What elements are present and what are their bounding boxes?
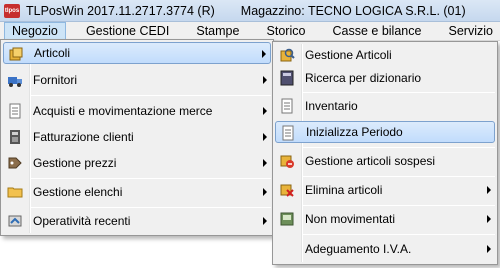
invoice-icon <box>10 130 20 144</box>
submenu-arrow-icon <box>263 107 267 115</box>
submenu-item-elimina-articoli[interactable]: Elimina articoli <box>275 179 495 201</box>
menu-stampe[interactable]: Stampe <box>189 22 246 41</box>
menu-item-acquisti[interactable]: Acquisti e movimentazione merce <box>3 100 271 122</box>
submenu-arrow-icon <box>263 217 267 225</box>
submenu-item-articoli-sospesi[interactable]: Gestione articoli sospesi <box>275 150 495 172</box>
menu-item-fatturazione[interactable]: Fatturazione clienti <box>3 126 271 148</box>
suspended-articles-icon <box>280 155 294 168</box>
menu-item-label: Gestione Articoli <box>305 48 392 62</box>
menu-item-label: Adeguamento I.V.A. <box>305 242 412 256</box>
title-bar: tlpos TLPosWin 2017.11.2717.3774 (R) Mag… <box>0 0 500 22</box>
articles-icon <box>9 47 23 61</box>
submenu-arrow-icon <box>263 133 267 141</box>
submenu-arrow-icon <box>263 188 267 196</box>
submenu-arrow-icon <box>263 76 267 84</box>
inventory-icon <box>281 98 293 114</box>
menu-item-label: Fatturazione clienti <box>33 130 134 144</box>
menu-item-articoli[interactable]: Articoli <box>3 42 271 64</box>
menu-item-label: Operatività recenti <box>33 214 131 228</box>
submenu-item-inizializza-periodo[interactable]: Inizializza Periodo <box>275 121 495 143</box>
submenu-arrow-icon <box>487 186 491 194</box>
delete-articles-icon <box>280 184 294 197</box>
menu-item-label: Gestione elenchi <box>33 185 123 199</box>
menu-storico[interactable]: Storico <box>260 22 313 41</box>
recent-icon <box>8 215 22 227</box>
submenu-arrow-icon <box>487 215 491 223</box>
window-title: TLPosWin 2017.11.2717.3774 (R) <box>26 3 215 18</box>
submenu-item-gestione-articoli[interactable]: Gestione Articoli <box>275 44 495 66</box>
submenu-arrow-icon <box>487 245 491 253</box>
menu-item-label: Articoli <box>34 46 71 60</box>
init-period-icon <box>282 125 294 141</box>
app-logo-icon: tlpos <box>4 3 20 18</box>
negozio-dropdown-menu: Articoli Fornitori Acquisti e movimentaz… <box>0 39 274 236</box>
submenu-item-non-movimentati[interactable]: Non movimentati <box>275 208 495 230</box>
menu-item-label: Gestione articoli sospesi <box>305 154 436 168</box>
menu-item-prezzi[interactable]: Gestione prezzi <box>3 152 271 174</box>
articoli-submenu: Gestione Articoli Ricerca per dizionario… <box>272 41 498 265</box>
menu-negozio[interactable]: Negozio <box>4 21 66 41</box>
menu-item-elenchi[interactable]: Gestione elenchi <box>3 181 271 203</box>
menu-item-operativita[interactable]: Operatività recenti <box>3 210 271 232</box>
menu-item-label: Ricerca per dizionario <box>305 71 422 85</box>
menu-item-label: Acquisti e movimentazione merce <box>33 104 213 118</box>
prices-icon <box>8 157 22 169</box>
dictionary-search-icon <box>280 70 294 86</box>
submenu-arrow-icon <box>262 50 266 58</box>
purchases-icon <box>9 103 21 119</box>
suppliers-icon <box>8 77 22 87</box>
menu-casse-e-bilance[interactable]: Casse e bilance <box>326 22 429 41</box>
menu-servizio[interactable]: Servizio <box>442 22 500 41</box>
menu-item-label: Inventario <box>305 99 358 113</box>
menu-item-label: Gestione prezzi <box>33 156 117 170</box>
submenu-item-adeguamento-iva[interactable]: Adeguamento I.V.A. <box>275 238 495 260</box>
not-moved-icon <box>280 212 294 226</box>
menu-item-label: Non movimentati <box>305 212 396 226</box>
menu-item-label: Inizializza Periodo <box>306 125 403 139</box>
submenu-item-inventario[interactable]: Inventario <box>275 95 495 117</box>
folder-icon <box>7 187 23 198</box>
menu-gestione-cedi[interactable]: Gestione CEDI <box>79 22 176 41</box>
submenu-arrow-icon <box>263 159 267 167</box>
menu-item-label: Fornitori <box>33 73 78 87</box>
warehouse-label: Magazzino: TECNO LOGICA S.R.L. (01) <box>240 3 466 18</box>
submenu-item-ricerca-dizionario[interactable]: Ricerca per dizionario <box>275 67 495 89</box>
menu-item-fornitori[interactable]: Fornitori <box>3 69 271 91</box>
menu-item-label: Elimina articoli <box>305 183 383 197</box>
manage-articles-icon <box>280 48 295 62</box>
